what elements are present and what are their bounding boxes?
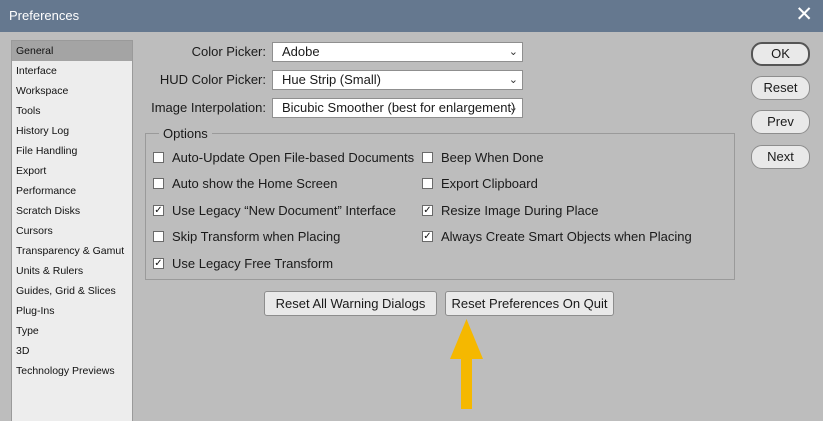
sidebar-item-cursors[interactable]: Cursors — [12, 221, 132, 241]
resize-image-place-checkbox[interactable]: ✓ Resize Image During Place — [422, 202, 599, 218]
reset-warning-dialogs-button[interactable]: Reset All Warning Dialogs — [264, 291, 437, 316]
sidebar-item-tools[interactable]: Tools — [12, 101, 132, 121]
sidebar-item-type[interactable]: Type — [12, 321, 132, 341]
next-button[interactable]: Next — [751, 145, 810, 169]
checkbox-label: Export Clipboard — [441, 175, 538, 191]
close-icon[interactable]: ✕ — [795, 3, 813, 27]
checkbox-box — [422, 151, 433, 163]
export-clipboard-checkbox[interactable]: Export Clipboard — [422, 175, 538, 191]
reset-button[interactable]: Reset — [751, 76, 810, 100]
prev-button[interactable]: Prev — [751, 110, 810, 134]
checkmark-icon: ✓ — [153, 257, 164, 269]
options-legend: Options — [159, 126, 212, 141]
hud-color-picker-value: Hue Strip (Small) — [282, 72, 381, 87]
checkbox-label: Auto show the Home Screen — [172, 175, 338, 191]
checkbox-label: Use Legacy Free Transform — [172, 255, 334, 271]
legacy-free-transform-checkbox[interactable]: ✓ Use Legacy Free Transform — [153, 255, 333, 271]
legacy-new-document-checkbox[interactable]: ✓ Use Legacy “New Document” Interface — [153, 202, 396, 218]
hud-color-picker-label: HUD Color Picker: — [159, 72, 266, 87]
sidebar-item-units-rulers[interactable]: Units & Rulers — [12, 261, 132, 281]
arrow-up-icon — [450, 319, 483, 409]
color-picker-value: Adobe — [282, 44, 320, 59]
sidebar-item-file-handling[interactable]: File Handling — [12, 141, 132, 161]
checkbox-label: Always Create Smart Objects when Placing — [441, 228, 692, 244]
checkbox-label: Auto-Update Open File-based Documents — [172, 149, 415, 165]
chevron-down-icon: ⌄ — [508, 74, 518, 86]
checkbox-box — [153, 230, 164, 242]
auto-show-home-screen-checkbox[interactable]: Auto show the Home Screen — [153, 175, 337, 191]
checkmark-icon: ✓ — [422, 230, 433, 242]
image-interpolation-label: Image Interpolation: — [151, 100, 266, 115]
title-bar: Preferences ✕ — [0, 0, 823, 32]
checkbox-label: Skip Transform when Placing — [172, 228, 341, 244]
checkbox-label: Use Legacy “New Document” Interface — [172, 202, 396, 218]
ok-button[interactable]: OK — [751, 42, 810, 66]
sidebar-item-history-log[interactable]: History Log — [12, 121, 132, 141]
sidebar-item-interface[interactable]: Interface — [12, 61, 132, 81]
sidebar-item-general[interactable]: General — [12, 41, 132, 61]
checkmark-icon: ✓ — [153, 204, 164, 216]
sidebar-item-transparency-gamut[interactable]: Transparency & Gamut — [12, 241, 132, 261]
auto-update-documents-checkbox[interactable]: Auto-Update Open File-based Documents — [153, 149, 414, 165]
checkbox-box — [422, 177, 433, 189]
checkbox-label: Beep When Done — [441, 149, 544, 165]
image-interpolation-select[interactable]: Bicubic Smoother (best for enlargement) … — [272, 98, 523, 118]
image-interpolation-value: Bicubic Smoother (best for enlargement) — [282, 100, 516, 115]
skip-transform-checkbox[interactable]: Skip Transform when Placing — [153, 228, 340, 244]
chevron-down-icon: ⌄ — [508, 46, 518, 58]
reset-preferences-button[interactable]: Reset Preferences On Quit — [445, 291, 614, 316]
preferences-sidebar: General Interface Workspace Tools Histor… — [11, 40, 133, 421]
smart-objects-checkbox[interactable]: ✓ Always Create Smart Objects when Placi… — [422, 228, 692, 244]
window-title: Preferences — [9, 8, 80, 23]
sidebar-item-3d[interactable]: 3D — [12, 341, 132, 361]
checkbox-box — [153, 177, 164, 189]
chevron-down-icon: ⌄ — [508, 102, 518, 114]
sidebar-item-export[interactable]: Export — [12, 161, 132, 181]
sidebar-item-guides-grid-slices[interactable]: Guides, Grid & Slices — [12, 281, 132, 301]
sidebar-item-plug-ins[interactable]: Plug-Ins — [12, 301, 132, 321]
sidebar-item-scratch-disks[interactable]: Scratch Disks — [12, 201, 132, 221]
color-picker-select[interactable]: Adobe ⌄ — [272, 42, 523, 62]
beep-when-done-checkbox[interactable]: Beep When Done — [422, 149, 544, 165]
checkmark-icon: ✓ — [422, 204, 433, 216]
sidebar-item-technology-previews[interactable]: Technology Previews — [12, 361, 132, 381]
sidebar-item-performance[interactable]: Performance — [12, 181, 132, 201]
checkbox-box — [153, 151, 164, 163]
color-picker-label: Color Picker: — [191, 44, 266, 59]
sidebar-item-workspace[interactable]: Workspace — [12, 81, 132, 101]
hud-color-picker-select[interactable]: Hue Strip (Small) ⌄ — [272, 70, 523, 90]
checkbox-label: Resize Image During Place — [441, 202, 599, 218]
